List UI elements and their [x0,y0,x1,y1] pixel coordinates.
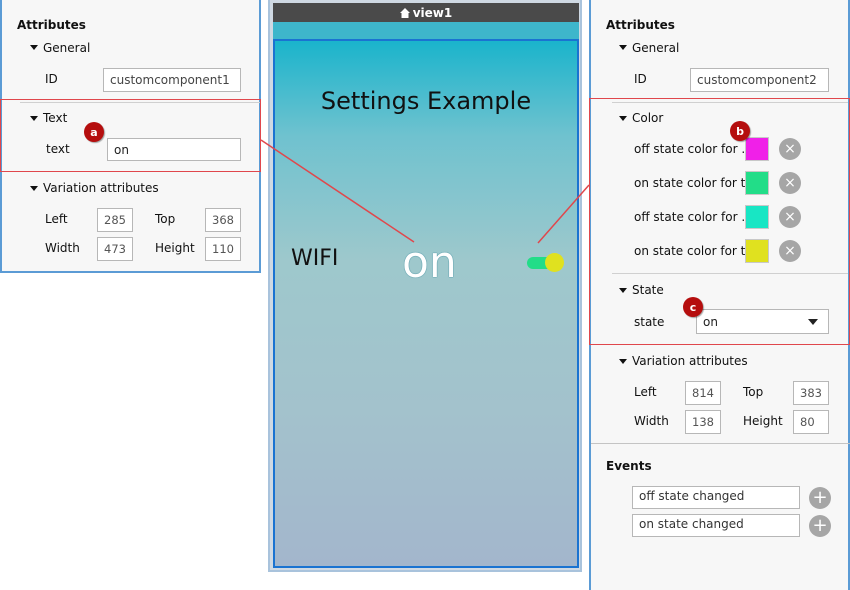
general-section-label[interactable]: General [632,41,679,55]
width-label: Width [634,414,669,428]
id-label: ID [45,72,58,86]
device-canvas: view1 Settings Example WIFI on [268,0,582,572]
variation-caret-icon[interactable] [619,359,627,364]
close-icon[interactable]: × [779,240,801,262]
annotation-badge-a: a [84,122,104,142]
variation-caret-icon[interactable] [30,186,38,191]
event-field-on-state-changed[interactable]: on state changed [632,514,800,537]
width-label: Width [45,241,80,255]
on-text-component[interactable]: on [402,237,457,288]
events-heading: Events [606,459,652,473]
close-icon[interactable]: × [779,138,801,160]
color-swatch[interactable] [745,239,769,263]
view-title: view1 [412,5,453,20]
text-field[interactable]: on [107,138,241,161]
device-screen: Settings Example WIFI on [273,39,579,568]
top-label: Top [743,385,764,399]
top-field[interactable]: 383 [793,381,829,405]
top-field[interactable]: 368 [205,208,241,232]
chevron-down-icon [808,319,818,325]
height-field[interactable]: 110 [205,237,241,261]
attributes-heading: Attributes [17,18,86,32]
close-icon[interactable]: × [779,172,801,194]
event-field-off-state-changed[interactable]: off state changed [632,486,800,509]
color-item-label: off state color for ... [634,142,753,156]
variation-section-label[interactable]: Variation attributes [632,354,748,368]
state-select-value: on [703,314,718,329]
right-attributes-panel: Attributes General ID customcomponent2 C… [589,0,850,590]
height-field[interactable]: 80 [793,410,829,434]
color-caret-icon[interactable] [619,116,627,121]
top-label: Top [155,212,176,226]
state-section-label[interactable]: State [632,283,664,297]
section-divider [612,102,848,103]
general-caret-icon[interactable] [619,45,627,50]
home-icon [399,7,410,18]
screen-title[interactable]: Settings Example [275,87,577,115]
id-label: ID [634,72,647,86]
close-icon[interactable]: × [779,206,801,228]
state-caret-icon[interactable] [619,288,627,293]
id-field[interactable]: customcomponent2 [690,68,829,92]
section-divider [612,273,848,274]
toggle-switch-thumb[interactable] [545,253,564,272]
id-field[interactable]: customcomponent1 [103,68,241,92]
text-section-label[interactable]: Text [43,111,67,125]
general-caret-icon[interactable] [30,45,38,50]
wifi-label[interactable]: WIFI [291,246,338,271]
plus-icon[interactable]: + [809,487,831,509]
text-field-label: text [46,142,70,156]
color-item-label: on state color for t... [634,244,757,258]
width-field[interactable]: 138 [685,410,721,434]
color-swatch[interactable] [745,137,769,161]
left-attributes-panel: Attributes General ID customcomponent1 T… [0,0,261,273]
annotation-badge-b: b [730,121,750,141]
left-field[interactable]: 814 [685,381,721,405]
text-caret-icon[interactable] [30,116,38,121]
state-select[interactable]: on [696,309,829,334]
variation-section-label[interactable]: Variation attributes [43,181,159,195]
width-field[interactable]: 473 [97,237,133,261]
view-titlebar: view1 [273,3,579,22]
annotation-badge-c: c [683,297,703,317]
color-item-label: on state color for t... [634,176,757,190]
general-section-label[interactable]: General [43,41,90,55]
left-label: Left [634,385,657,399]
left-label: Left [45,212,68,226]
height-label: Height [743,414,783,428]
status-bar [273,22,579,39]
section-divider [20,102,260,103]
color-item-label: off state color for ... [634,210,753,224]
left-field[interactable]: 285 [97,208,133,232]
plus-icon[interactable]: + [809,515,831,537]
state-field-label: state [634,315,665,329]
color-swatch[interactable] [745,205,769,229]
color-swatch[interactable] [745,171,769,195]
color-section-label[interactable]: Color [632,111,663,125]
section-divider [591,443,850,444]
attributes-heading: Attributes [606,18,675,32]
height-label: Height [155,241,195,255]
